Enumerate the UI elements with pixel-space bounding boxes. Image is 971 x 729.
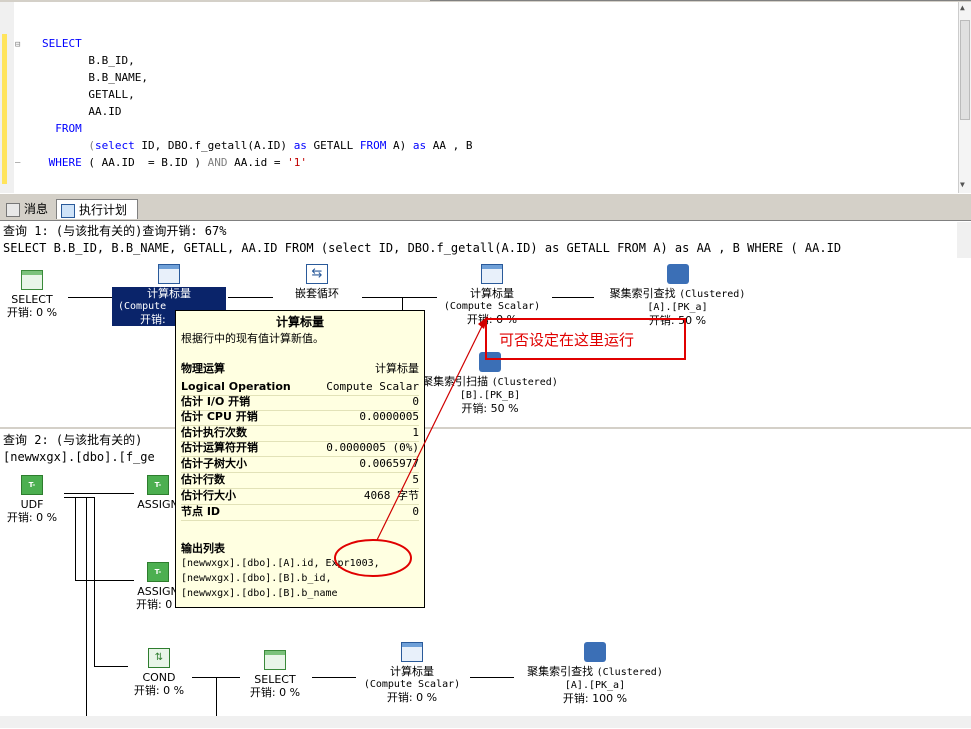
annotation-overlay [334,316,488,577]
annotation-arrow-line [376,319,486,541]
annotation-arrowhead [478,316,488,329]
annotation-circle [334,539,412,577]
